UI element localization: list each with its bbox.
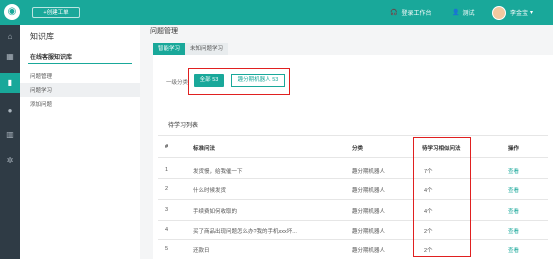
list-title: 待学习列表: [168, 123, 199, 129]
account-name: 李金宝: [510, 11, 529, 17]
column-header-index: #: [165, 144, 169, 150]
sidebar-item-label: 问题学习: [30, 88, 53, 94]
row-question: 发货慢，给我催一下: [193, 169, 243, 175]
sidebar-item-question-learn[interactable]: 问题学习: [20, 83, 140, 97]
row-category: 趣分期机器人: [352, 229, 386, 235]
sidebar-item-label: 问题管理: [30, 74, 53, 80]
book-icon[interactable]: ▮: [0, 73, 20, 93]
top-bar: ◉ +创建工单 🎧 登录工作台 👤 测试 李金宝 ▾: [0, 0, 553, 25]
workbench-link[interactable]: 🎧 登录工作台: [390, 0, 432, 25]
tab-unknown-question-learning[interactable]: 未知问题学习: [185, 43, 229, 55]
row-index: 2: [165, 186, 169, 192]
row-question: 还款日: [193, 248, 210, 254]
highlight-box-similar-count-column: [413, 137, 471, 257]
view-link[interactable]: 查看: [508, 167, 519, 175]
column-header-category: 分类: [352, 146, 364, 152]
row-index: 3: [165, 207, 169, 213]
divider: [158, 157, 548, 158]
knowledge-sidebar: 知识库 在线客服知识库 问题管理 问题学习 添加问题: [20, 25, 140, 259]
row-category: 趣分期机器人: [352, 209, 386, 215]
sidebar-item-add-question[interactable]: 添加问题: [20, 97, 140, 111]
chart-icon[interactable]: ▥: [0, 125, 20, 145]
row-index: 5: [165, 246, 169, 252]
sidebar-section-label: 在线客服知识库: [30, 55, 73, 61]
view-link[interactable]: 查看: [508, 186, 519, 194]
user-label: 测试: [462, 11, 475, 17]
person-icon[interactable]: ●: [0, 101, 20, 121]
divider: [158, 135, 548, 136]
column-header-question: 标准问法: [193, 146, 216, 152]
settings-icon[interactable]: ✲: [0, 151, 20, 171]
tab-bar: 智能学习 未知问题学习: [153, 43, 229, 55]
sidebar-item-label: 添加问题: [30, 102, 53, 108]
category-label: 一级分类: [166, 80, 189, 86]
create-ticket-button[interactable]: +创建工单: [32, 7, 80, 18]
breadcrumb: 问题管理: [150, 28, 178, 35]
grid-icon[interactable]: ▦: [0, 47, 20, 67]
avatar: [492, 5, 506, 20]
sidebar-title: 知识库: [30, 32, 54, 41]
view-link[interactable]: 查看: [508, 246, 519, 254]
tab-smart-learning[interactable]: 智能学习: [153, 43, 186, 55]
account-menu[interactable]: 李金宝 ▾: [492, 0, 533, 25]
chevron-down-icon: ▾: [530, 10, 534, 16]
user-link[interactable]: 👤 测试: [452, 0, 475, 25]
icon-rail: ⌂ ▦ ▮ ● ▥ ✲: [0, 25, 20, 259]
home-icon[interactable]: ⌂: [0, 27, 20, 47]
sidebar-item-question-manage[interactable]: 问题管理: [20, 69, 140, 83]
tooth-logo-icon: ◉: [4, 4, 20, 20]
workbench-label: 登录工作台: [401, 11, 432, 17]
headset-icon: 🎧: [390, 10, 398, 16]
divider: [158, 239, 548, 240]
sidebar-section-online-kb[interactable]: 在线客服知识库: [20, 49, 140, 63]
row-index: 4: [165, 227, 169, 233]
row-category: 趣分期机器人: [352, 188, 386, 194]
row-category: 趣分期机器人: [352, 169, 386, 175]
row-index: 1: [165, 167, 169, 173]
row-question: 手续费如何收取的: [193, 209, 238, 215]
sidebar-section-underline: [28, 63, 132, 64]
user-icon: 👤: [452, 10, 460, 16]
view-link[interactable]: 查看: [508, 207, 519, 215]
view-link[interactable]: 查看: [508, 227, 519, 235]
row-question: 买了商品出现问题怎么办?我的手机xxx坏...: [193, 229, 297, 235]
row-question: 什么时候发货: [193, 188, 227, 194]
divider: [158, 220, 548, 221]
row-category: 趣分期机器人: [352, 248, 386, 254]
divider: [158, 178, 548, 179]
highlight-box-categories: [188, 68, 290, 95]
divider: [158, 199, 548, 200]
column-header-action: 操作: [508, 146, 520, 152]
